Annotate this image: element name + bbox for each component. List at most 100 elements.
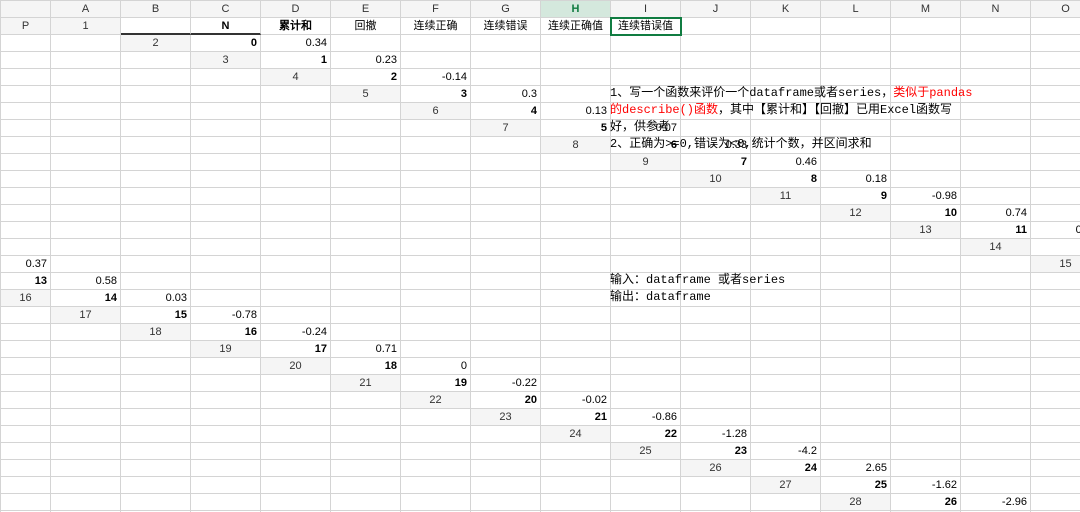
cell-3-F[interactable] [611,52,681,69]
cell-5-P[interactable] [331,103,401,120]
cell-18-L[interactable] [961,324,1031,341]
cell-23-N[interactable] [331,426,401,443]
cell-19-H[interactable] [751,341,821,358]
cell-2-M[interactable] [1031,35,1080,52]
cell-1-E[interactable]: 连续正确 [401,18,471,35]
cell-21-N[interactable] [191,392,261,409]
cell-19-F[interactable] [611,341,681,358]
cell-17-H[interactable] [611,307,681,324]
cell-9-D[interactable] [891,154,961,171]
cell-17-K[interactable] [821,307,891,324]
row-header-17[interactable]: 17 [51,307,121,324]
cell-22-O[interactable] [331,409,401,426]
cell-13-K[interactable] [541,239,611,256]
cell-7-C[interactable] [681,120,751,137]
cell-17-F[interactable] [471,307,541,324]
cell-5-M[interactable] [121,103,191,120]
cell-5-N[interactable] [191,103,261,120]
cell-4-E[interactable] [611,69,681,86]
cell-16-N[interactable] [961,290,1031,307]
cell-27-G[interactable] [121,494,191,511]
cell-2-A[interactable]: 0 [191,35,261,52]
cell-22-G[interactable] [891,392,961,409]
column-header-G[interactable]: G [471,1,541,18]
cell-21-K[interactable] [1,392,51,409]
cell-4-I[interactable] [891,69,961,86]
cell-20-B[interactable]: 0 [401,358,471,375]
row-header-21[interactable]: 21 [331,375,401,392]
cell-8-M[interactable] [331,154,401,171]
cell-25-A[interactable]: 23 [681,443,751,460]
cell-13-N[interactable] [751,239,821,256]
cell-15-H[interactable] [471,273,541,290]
cell-14-N[interactable] [821,256,891,273]
cell-17-I[interactable] [681,307,751,324]
cell-5-F[interactable] [751,86,821,103]
cell-26-H[interactable] [121,477,191,494]
cell-12-O[interactable] [751,222,821,239]
cell-2-L[interactable] [961,35,1031,52]
cell-24-B[interactable]: -1.28 [681,426,751,443]
cell-16-C[interactable] [191,290,261,307]
cell-8-O[interactable] [471,154,541,171]
cell-14-G[interactable] [331,256,401,273]
row-header-13[interactable]: 13 [891,222,961,239]
cell-11-G[interactable] [121,205,191,222]
cell-10-A[interactable]: 8 [751,171,821,188]
cell-24-J[interactable] [121,443,191,460]
cell-23-D[interactable] [751,409,821,426]
cell-26-E[interactable] [1031,460,1080,477]
cell-2-C[interactable] [331,35,401,52]
cell-7-K[interactable] [121,137,191,154]
cell-7-L[interactable] [191,137,261,154]
cell-16-P[interactable] [1,307,51,324]
cell-4-B[interactable]: -0.14 [401,69,471,86]
cell-10-M[interactable] [471,188,541,205]
row-header-5[interactable]: 5 [331,86,401,103]
cell-13-I[interactable] [401,239,471,256]
cell-14-K[interactable] [611,256,681,273]
cell-22-D[interactable] [681,392,751,409]
cell-11-M[interactable] [541,205,611,222]
row-header-27[interactable]: 27 [751,477,821,494]
cell-18-C[interactable] [331,324,401,341]
cell-1-H[interactable]: 连续错误值 [611,18,681,35]
cell-24-P[interactable] [541,443,611,460]
cell-8-E[interactable] [891,137,961,154]
cell-22-I[interactable] [1031,392,1080,409]
cell-11-H[interactable] [191,205,261,222]
cell-23-O[interactable] [401,426,471,443]
cell-27-A[interactable]: 25 [821,477,891,494]
cell-19-M[interactable] [1,358,51,375]
cell-8-B[interactable]: 0.33 [681,137,751,154]
cell-27-L[interactable] [471,494,541,511]
cell-3-J[interactable] [891,52,961,69]
cell-18-D[interactable] [401,324,471,341]
cell-19-J[interactable] [891,341,961,358]
cell-8-I[interactable] [51,154,121,171]
cell-17-E[interactable] [401,307,471,324]
cell-11-C[interactable] [961,188,1031,205]
cell-1-C[interactable]: 累计和 [261,18,331,35]
row-header-20[interactable]: 20 [261,358,331,375]
cell-27-O[interactable] [681,494,751,511]
cell-25-H[interactable] [51,460,121,477]
cell-10-L[interactable] [401,188,471,205]
cell-10-H[interactable] [121,188,191,205]
cell-4-K[interactable] [1031,69,1080,86]
cell-9-M[interactable] [401,171,471,188]
cell-24-K[interactable] [191,443,261,460]
cell-5-A[interactable]: 3 [401,86,471,103]
row-header-28[interactable]: 28 [821,494,891,511]
cell-13-O[interactable] [821,239,891,256]
cell-9-K[interactable] [261,171,331,188]
cell-9-N[interactable] [471,171,541,188]
column-header-I[interactable]: I [611,1,681,18]
cell-14-J[interactable] [541,256,611,273]
cell-23-I[interactable] [1,426,51,443]
cell-20-E[interactable] [611,358,681,375]
cell-3-D[interactable] [471,52,541,69]
cell-3-G[interactable] [681,52,751,69]
cell-14-B[interactable]: 0.37 [1,256,51,273]
cell-17-C[interactable] [261,307,331,324]
